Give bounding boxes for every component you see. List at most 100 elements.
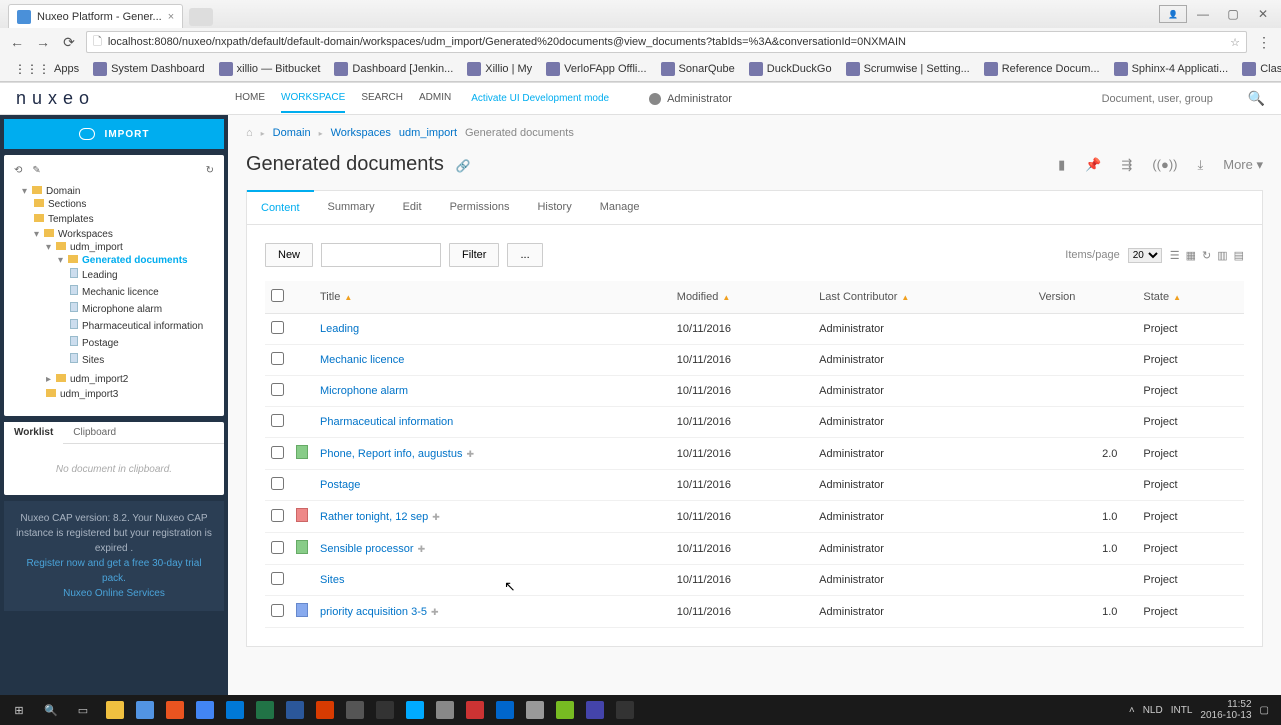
bookmark-item[interactable]: DuckDuckGo <box>743 60 838 78</box>
permalink-icon[interactable]: 🔗 <box>455 159 470 173</box>
registration-link-2[interactable]: Nuxeo Online Services <box>14 586 214 601</box>
doc-title-link[interactable]: Phone, Report info, augustus <box>320 448 462 460</box>
taskbar-app-icon[interactable] <box>460 696 490 724</box>
dev-mode-link[interactable]: Activate UI Development mode <box>471 85 609 112</box>
refresh-icon[interactable]: ↻ <box>1202 249 1211 262</box>
subscribe-icon[interactable]: ((●)) <box>1152 157 1177 172</box>
doc-title-link[interactable]: Pharmaceutical information <box>320 416 453 428</box>
tray-date[interactable]: 2016-10-13 <box>1200 710 1251 721</box>
toggle-icon[interactable]: ▾ <box>46 242 56 253</box>
new-button[interactable]: New <box>265 243 313 267</box>
taskbar-app-icon[interactable] <box>340 696 370 724</box>
search-taskbar-icon[interactable]: 🔍 <box>36 696 66 724</box>
list-view-icon[interactable]: ☰ <box>1170 249 1180 262</box>
import-button[interactable]: IMPORT <box>4 119 224 149</box>
taskbar-app-icon[interactable] <box>100 696 130 724</box>
tree-templates[interactable]: Templates <box>48 214 94 225</box>
tree-child[interactable]: Sites <box>82 355 104 366</box>
breadcrumb-domain[interactable]: Domain <box>273 127 311 139</box>
nav-admin[interactable]: ADMIN <box>419 84 451 113</box>
tray-up-icon[interactable]: ˄ <box>1129 705 1135 716</box>
close-tab-icon[interactable]: × <box>168 11 174 23</box>
grid-view-icon[interactable]: ▦ <box>1186 249 1196 262</box>
breadcrumb-home-icon[interactable]: ⌂ <box>246 127 253 139</box>
tree-tool-1-icon[interactable]: ⟲ <box>14 165 22 176</box>
tree-child[interactable]: Microphone alarm <box>82 304 162 315</box>
tab-content[interactable]: Content <box>247 190 314 224</box>
doc-title-link[interactable]: Sites <box>320 574 344 586</box>
filter-input[interactable] <box>321 243 441 267</box>
tab-permissions[interactable]: Permissions <box>436 191 524 224</box>
notifications-icon[interactable]: ▢ <box>1260 705 1269 716</box>
worklist-tab[interactable]: Worklist <box>4 422 63 444</box>
bookmark-item[interactable]: SonarQube <box>655 60 741 78</box>
bookmark-item[interactable]: Reference Docum... <box>978 60 1106 78</box>
col-version[interactable]: Version <box>1033 281 1138 314</box>
tab-edit[interactable]: Edit <box>389 191 436 224</box>
select-all-checkbox[interactable] <box>271 289 284 302</box>
task-view-icon[interactable]: ▭ <box>68 696 98 724</box>
tree-child[interactable]: Leading <box>82 270 118 281</box>
tree-child[interactable]: Mechanic licence <box>82 287 159 298</box>
back-button[interactable]: ← <box>8 33 26 51</box>
taskbar-app-icon[interactable] <box>310 696 340 724</box>
lock-icon[interactable]: ▮ <box>1058 157 1065 173</box>
taskbar-app-icon[interactable] <box>580 696 610 724</box>
clipboard-tab[interactable]: Clipboard <box>63 422 126 443</box>
doc-title-link[interactable]: Leading <box>320 323 359 335</box>
minimize-button[interactable]: ― <box>1189 5 1217 23</box>
taskbar-app-icon[interactable] <box>490 696 520 724</box>
taskbar-app-icon[interactable] <box>370 696 400 724</box>
start-button[interactable]: ⊞ <box>4 696 34 724</box>
taskbar-app-icon[interactable] <box>610 696 640 724</box>
tab-summary[interactable]: Summary <box>314 191 389 224</box>
bookmark-item[interactable]: ⋮⋮⋮ Apps <box>8 60 85 78</box>
col-modified[interactable]: Modified▲ <box>671 281 813 314</box>
tree-sections[interactable]: Sections <box>48 199 86 210</box>
add-version-icon[interactable]: ✚ <box>418 544 426 554</box>
reload-button[interactable]: ⟳ <box>60 33 78 51</box>
tree-refresh-icon[interactable]: ↻ <box>206 165 214 176</box>
registration-link-1[interactable]: Register now and get a free 30-day trial… <box>14 556 214 586</box>
row-checkbox[interactable] <box>271 383 284 396</box>
filter-button[interactable]: Filter <box>449 243 499 267</box>
page-info-icon[interactable]: 🗋 <box>93 33 102 52</box>
row-checkbox[interactable] <box>271 352 284 365</box>
col-state[interactable]: State▲ <box>1137 281 1244 314</box>
row-checkbox[interactable] <box>271 604 284 617</box>
tray-lang[interactable]: NLD <box>1143 705 1163 716</box>
col-contributor[interactable]: Last Contributor▲ <box>813 281 1033 314</box>
search-icon[interactable]: 🔍 <box>1248 90 1265 107</box>
tree-child[interactable]: Pharmaceutical information <box>82 321 203 332</box>
doc-title-link[interactable]: priority acquisition 3-5 <box>320 606 427 618</box>
taskbar-app-icon[interactable] <box>190 696 220 724</box>
tab-history[interactable]: History <box>523 191 585 224</box>
maximize-button[interactable]: ▢ <box>1219 5 1247 23</box>
taskbar-app-icon[interactable] <box>280 696 310 724</box>
user-switch-icon[interactable]: 👤 <box>1159 5 1187 23</box>
tray-time[interactable]: 11:52 <box>1200 699 1251 710</box>
row-checkbox[interactable] <box>271 509 284 522</box>
new-tab-button[interactable] <box>189 8 213 26</box>
tree-udm-import[interactable]: udm_import <box>70 242 123 253</box>
toggle-icon[interactable]: ▾ <box>58 255 68 266</box>
export-xls-icon[interactable]: ▥ <box>1217 249 1227 262</box>
doc-title-link[interactable]: Microphone alarm <box>320 385 408 397</box>
add-version-icon[interactable]: ✚ <box>466 449 474 459</box>
more-menu[interactable]: More ▾ <box>1223 157 1263 173</box>
row-checkbox[interactable] <box>271 321 284 334</box>
browser-tab[interactable]: Nuxeo Platform - Gener... × <box>8 4 183 28</box>
user-menu[interactable]: Administrator <box>649 93 732 105</box>
taskbar-app-icon[interactable] <box>220 696 250 724</box>
taskbar-app-icon[interactable] <box>250 696 280 724</box>
row-checkbox[interactable] <box>271 572 284 585</box>
toggle-icon[interactable]: ▾ <box>34 229 44 240</box>
nav-home[interactable]: HOME <box>235 84 265 113</box>
bookmark-item[interactable]: Scrumwise | Setting... <box>840 60 976 78</box>
taskbar-app-icon[interactable] <box>520 696 550 724</box>
row-checkbox[interactable] <box>271 477 284 490</box>
menu-icon[interactable]: ⋮ <box>1255 33 1273 51</box>
add-version-icon[interactable]: ✚ <box>431 607 439 617</box>
tree-udm-import3[interactable]: udm_import3 <box>60 389 118 400</box>
breadcrumb-udm-import[interactable]: udm_import <box>399 127 457 139</box>
